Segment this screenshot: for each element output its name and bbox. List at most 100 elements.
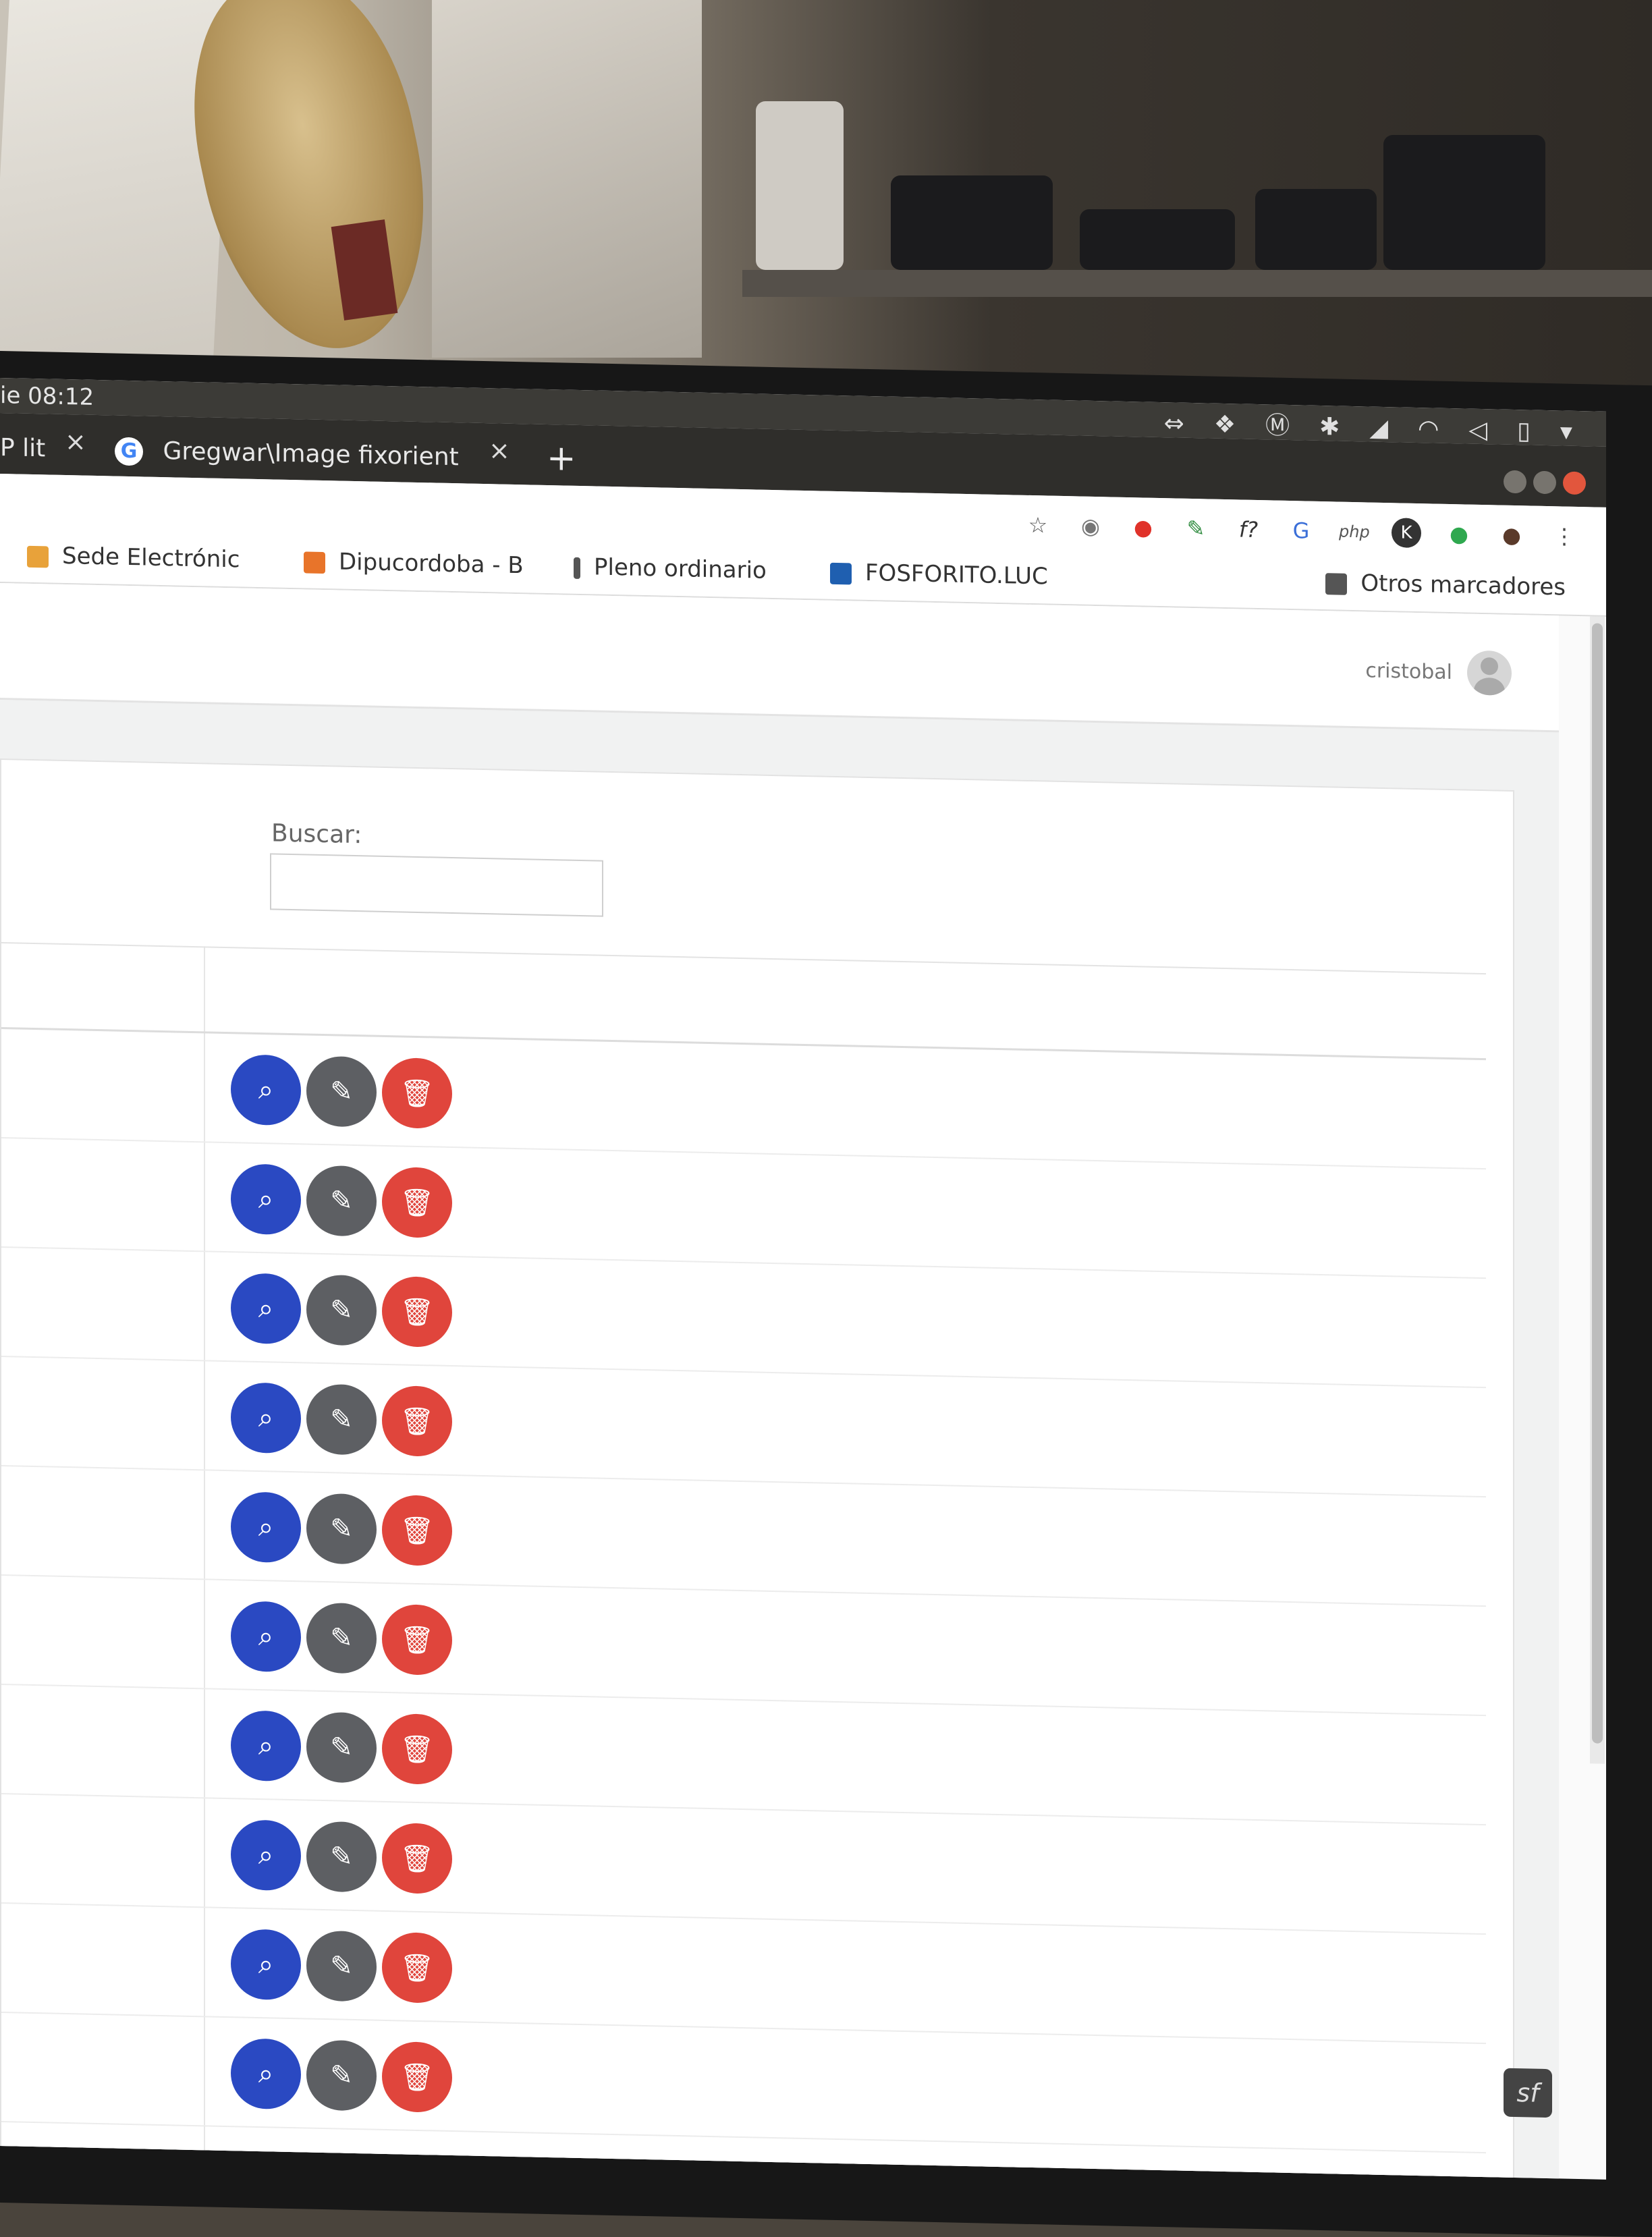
close-tab-icon[interactable]: × (65, 426, 86, 457)
magnify-icon: ⌕ (258, 2058, 274, 2090)
trash-icon: 🗑 (400, 1842, 435, 1875)
delete-button[interactable]: 🗑 (382, 2041, 452, 2114)
view-button[interactable]: ⌕ (231, 2038, 301, 2110)
mega-icon[interactable]: Ⓜ (1265, 408, 1290, 444)
bookmark-pleno[interactable]: Pleno ordinario (574, 540, 767, 598)
delete-button[interactable]: 🗑 (382, 1603, 452, 1676)
menu-icon[interactable]: ⋮ (1549, 521, 1579, 551)
battery-icon[interactable]: ▯ (1517, 414, 1531, 449)
page-scrollbar[interactable] (1590, 616, 1605, 1764)
clock: ie 08:12 (0, 382, 94, 411)
minimize-button[interactable] (1504, 470, 1526, 494)
magnify-icon: ⌕ (258, 1621, 274, 1653)
delete-button[interactable]: 🗑 (382, 1275, 452, 1348)
username: cristobal (1365, 658, 1452, 684)
monitor: ie 08:12 ⇔ ❖ Ⓜ ✱ ◢ ◠ ◁ ▯ ▾ P lit × G Gre… (0, 351, 1652, 2237)
view-button[interactable]: ⌕ (231, 1819, 301, 1891)
edit-icon: ✎ (330, 1294, 353, 1326)
star-icon[interactable]: ☆ (1023, 510, 1053, 541)
delete-button[interactable]: 🗑 (382, 1931, 452, 2004)
camera-bag (891, 175, 1053, 270)
screen: ie 08:12 ⇔ ❖ Ⓜ ✱ ◢ ◠ ◁ ▯ ▾ P lit × G Gre… (0, 378, 1606, 2180)
dropbox-icon[interactable]: ❖ (1214, 408, 1236, 443)
maximize-button[interactable] (1533, 470, 1556, 495)
teamviewer-icon[interactable]: ⇔ (1164, 406, 1184, 442)
user-menu[interactable]: cristobal (1365, 648, 1512, 696)
search-label: Buscar: (271, 819, 362, 850)
view-button[interactable]: ⌕ (231, 1054, 301, 1126)
scrollbar-thumb[interactable] (1592, 623, 1603, 1744)
edit-icon: ✎ (330, 1950, 353, 1982)
bookmark-dipucordoba[interactable]: Dipucordoba - B (304, 534, 524, 592)
k-extension-icon[interactable]: K (1392, 518, 1421, 549)
delete-button[interactable]: 🗑 (382, 1057, 452, 1130)
trash-icon: 🗑 (400, 1077, 435, 1109)
edit-icon: ✎ (330, 1513, 353, 1545)
magnify-icon: ⌕ (258, 1074, 274, 1106)
search-input[interactable] (270, 853, 603, 917)
data-table: ⌕ ✎ 🗑 ⌕ ✎ 🗑 ⌕ ✎ 🗑 ⌕ ✎ 🗑 ⌕ ✎ 🗑 ⌕ ✎ 🗑 ⌕ ✎ 🗑 ⌕ ✎ 🗑 ⌕ ✎ 🗑 ⌕ ✎ 🗑 (1, 942, 1486, 2180)
view-button[interactable]: ⌕ (231, 1929, 301, 2001)
magnify-icon: ⌕ (258, 1402, 274, 1434)
symfony-toolbar-icon[interactable]: sf (1504, 2068, 1552, 2118)
view-button[interactable]: ⌕ (231, 1491, 301, 1564)
tab-active[interactable]: G Gregwar\Image fixorient (115, 425, 520, 485)
magnify-icon: ⌕ (258, 1949, 274, 1981)
close-tab-icon[interactable]: × (489, 435, 510, 466)
new-tab-button[interactable]: + (547, 438, 576, 479)
row-actions: ⌕ ✎ 🗑 (231, 1054, 452, 1130)
php-icon[interactable]: php (1339, 517, 1370, 547)
edit-button[interactable]: ✎ (306, 1930, 377, 2002)
close-window-button[interactable] (1563, 471, 1586, 495)
bookmark-icon (304, 551, 325, 574)
view-button[interactable]: ⌕ (231, 1273, 301, 1345)
delete-button[interactable]: 🗑 (382, 1713, 452, 1786)
delete-button[interactable]: 🗑 (382, 1822, 452, 1895)
row-actions: ⌕ ✎ 🗑 (231, 1163, 452, 1239)
edit-button[interactable]: ✎ (306, 1602, 377, 1674)
extension-seal-icon[interactable]: ◉ (1076, 511, 1105, 541)
edit-button[interactable]: ✎ (306, 1274, 377, 1346)
translate-icon[interactable]: G (1286, 516, 1316, 546)
wifi-icon[interactable]: ◠ (1418, 412, 1439, 447)
edit-icon: ✎ (330, 1732, 353, 1763)
window-controls (1504, 470, 1586, 495)
edit-button[interactable]: ✎ (306, 1055, 377, 1128)
edit-button[interactable]: ✎ (306, 1821, 377, 1893)
view-button[interactable]: ⌕ (231, 1382, 301, 1454)
edit-button[interactable]: ✎ (306, 1711, 377, 1784)
view-button[interactable]: ⌕ (231, 1601, 301, 1673)
delete-button[interactable]: 🗑 (382, 1494, 452, 1567)
avatar[interactable] (1467, 650, 1512, 696)
delete-button[interactable]: 🗑 (382, 1166, 452, 1239)
edit-icon: ✎ (330, 1185, 353, 1217)
bookmark-folder-other[interactable]: Otros marcadores (1325, 555, 1566, 614)
connection-icon[interactable]: ◢ (1369, 411, 1388, 447)
edit-button[interactable]: ✎ (306, 1165, 377, 1237)
volume-icon[interactable]: ◁ (1468, 413, 1487, 449)
bookmark-icon (574, 557, 580, 579)
edit-button[interactable]: ✎ (306, 1383, 377, 1456)
dropdown-icon[interactable]: ▾ (1560, 414, 1572, 449)
edit-button[interactable]: ✎ (306, 1493, 377, 1565)
view-button[interactable]: ⌕ (231, 1163, 301, 1236)
adblock-icon[interactable]: ● (1128, 512, 1158, 543)
function-icon[interactable]: f? (1234, 514, 1263, 545)
web-page: cristobal Buscar: ⌕ ✎ 🗑 ⌕ ✎ 🗑 ⌕ ✎ 🗑 ⌕ ✎ 🗑 ⌕ ✎ 🗑 ⌕ ✎ 🗑 ⌕ ✎ 🗑 ⌕… (0, 583, 1559, 2180)
edit-icon: ✎ (330, 1076, 353, 1107)
tab-label: P lit (0, 434, 46, 463)
bookmark-icon (830, 562, 852, 584)
edit-button[interactable]: ✎ (306, 2039, 377, 2111)
trash-icon: 🗑 (400, 1514, 435, 1547)
eyedropper-icon[interactable]: ✎ (1181, 514, 1211, 544)
green-extension-icon[interactable]: ● (1444, 519, 1474, 549)
delete-button[interactable]: 🗑 (382, 1385, 452, 1458)
trash-icon: 🗑 (400, 2061, 435, 2093)
bluetooth-icon[interactable]: ✱ (1319, 410, 1340, 445)
view-button[interactable]: ⌕ (231, 1710, 301, 1782)
extensions: ☆ ◉ ● ✎ f? G php K ● ● ⋮ (1023, 510, 1579, 551)
bookmark-fosforito[interactable]: FOSFORITO.LUC (830, 545, 1048, 604)
bookmark-sede[interactable]: Sede Electrónic (27, 528, 240, 587)
profile-icon[interactable]: ● (1497, 520, 1526, 550)
wall-notes (0, 0, 232, 358)
